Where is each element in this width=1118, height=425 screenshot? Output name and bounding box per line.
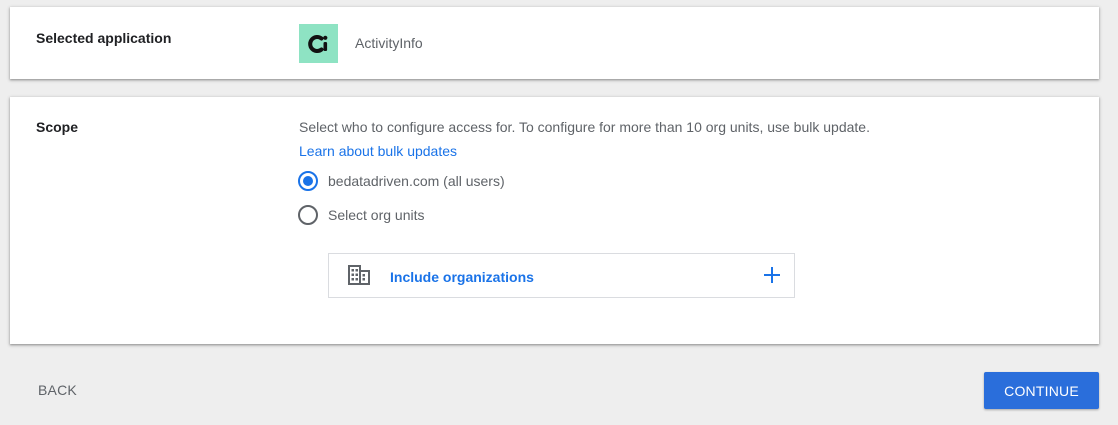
- scope-label: Scope: [36, 119, 79, 135]
- radio-option-label: bedatadriven.com (all users): [328, 173, 505, 189]
- include-organizations-label: Include organizations: [390, 269, 534, 285]
- building-icon: [348, 265, 370, 290]
- selected-application-card: Selected application ActivityInfo: [10, 7, 1099, 79]
- app-name: ActivityInfo: [355, 35, 423, 51]
- include-organizations-button[interactable]: Include organizations: [328, 253, 795, 298]
- selected-application-label: Selected application: [36, 30, 172, 46]
- activityinfo-logo-icon: [299, 24, 338, 63]
- back-button[interactable]: BACK: [26, 372, 89, 408]
- radio-option-label: Select org units: [328, 207, 425, 223]
- continue-button[interactable]: CONTINUE: [984, 372, 1099, 409]
- scope-card: Scope Select who to configure access for…: [10, 97, 1099, 344]
- radio-option-all-users[interactable]: bedatadriven.com (all users): [298, 171, 505, 191]
- radio-button-checked[interactable]: [298, 171, 318, 191]
- radio-button-unchecked[interactable]: [298, 205, 318, 225]
- radio-option-select-org-units[interactable]: Select org units: [298, 205, 425, 225]
- learn-bulk-updates-link[interactable]: Learn about bulk updates: [299, 143, 457, 159]
- plus-icon[interactable]: [763, 266, 781, 289]
- scope-description: Select who to configure access for. To c…: [299, 119, 870, 135]
